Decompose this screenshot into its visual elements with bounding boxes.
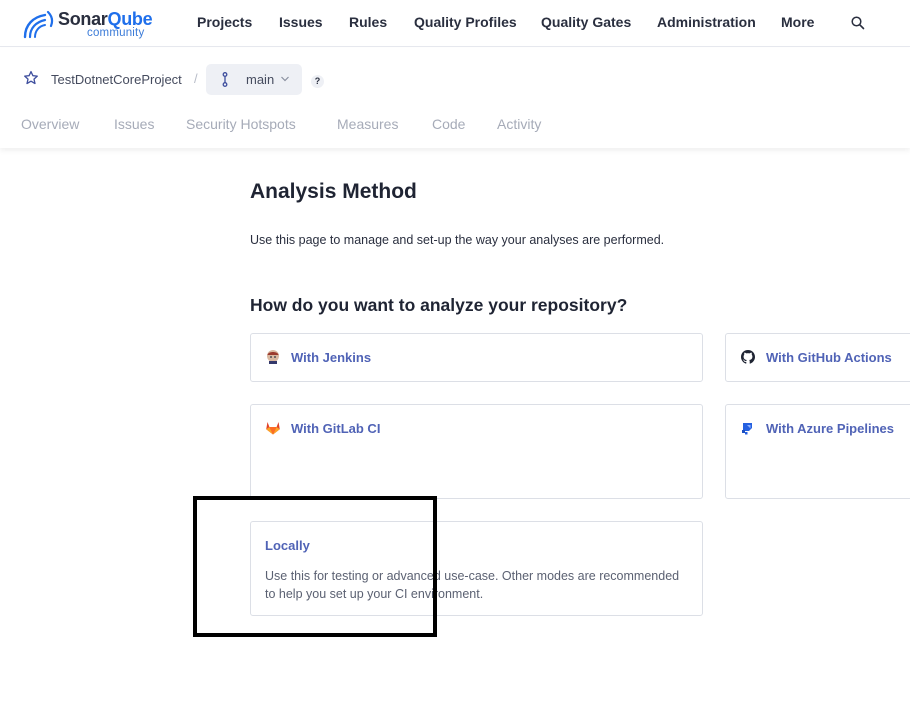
tab-activity[interactable]: Activity [497,116,541,132]
favorite-star-icon[interactable] [23,70,39,86]
nav-issues[interactable]: Issues [279,14,323,30]
option-azure-pipelines-label: With Azure Pipelines [766,421,894,436]
jenkins-icon [267,350,279,364]
nav-quality-profiles[interactable]: Quality Profiles [414,14,517,30]
github-icon [741,350,755,364]
section-title: How do you want to analyze your reposito… [250,295,628,315]
search-icon[interactable] [850,15,866,31]
highlight-box [193,496,437,637]
tab-security-hotspots[interactable]: Security Hotspots [186,116,296,132]
option-gitlab-ci-label: With GitLab CI [291,421,381,436]
branch-name: main [246,72,275,87]
tab-overview[interactable]: Overview [21,116,79,132]
nav-rules[interactable]: Rules [349,14,387,30]
option-jenkins-label: With Jenkins [291,350,372,365]
chevron-down-icon [281,76,289,82]
gitlab-icon [266,422,280,435]
sonarqube-logo-icon [23,10,54,39]
logo-edition: community [87,27,145,39]
top-navigation: SonarQube community Projects Issues Rule… [0,0,910,47]
help-icon[interactable]: ? [311,75,324,88]
nav-projects[interactable]: Projects [197,14,252,30]
tab-issues[interactable]: Issues [114,116,154,132]
tab-code[interactable]: Code [432,116,465,132]
page-title: Analysis Method [250,180,417,203]
azure-pipelines-icon [742,423,752,435]
option-jenkins[interactable]: With Jenkins [250,333,703,382]
nav-quality-gates[interactable]: Quality Gates [541,14,631,30]
nav-administration[interactable]: Administration [657,14,756,30]
project-name-link[interactable]: TestDotnetCoreProject [51,72,182,87]
project-header: TestDotnetCoreProject / main ? Overview … [0,48,910,148]
sonarqube-logo[interactable]: SonarQube community [21,7,161,41]
option-gitlab-ci[interactable]: With GitLab CI [250,404,703,499]
option-github-actions[interactable]: With GitHub Actions [725,333,910,382]
option-github-actions-label: With GitHub Actions [766,350,892,365]
option-azure-pipelines[interactable]: With Azure Pipelines [725,404,910,499]
tab-measures[interactable]: Measures [337,116,398,132]
page-description: Use this page to manage and set-up the w… [250,233,665,247]
branch-selector[interactable]: main [206,64,302,95]
breadcrumb-separator: / [194,71,198,86]
branch-icon [222,72,228,87]
nav-more[interactable]: More [781,14,814,30]
